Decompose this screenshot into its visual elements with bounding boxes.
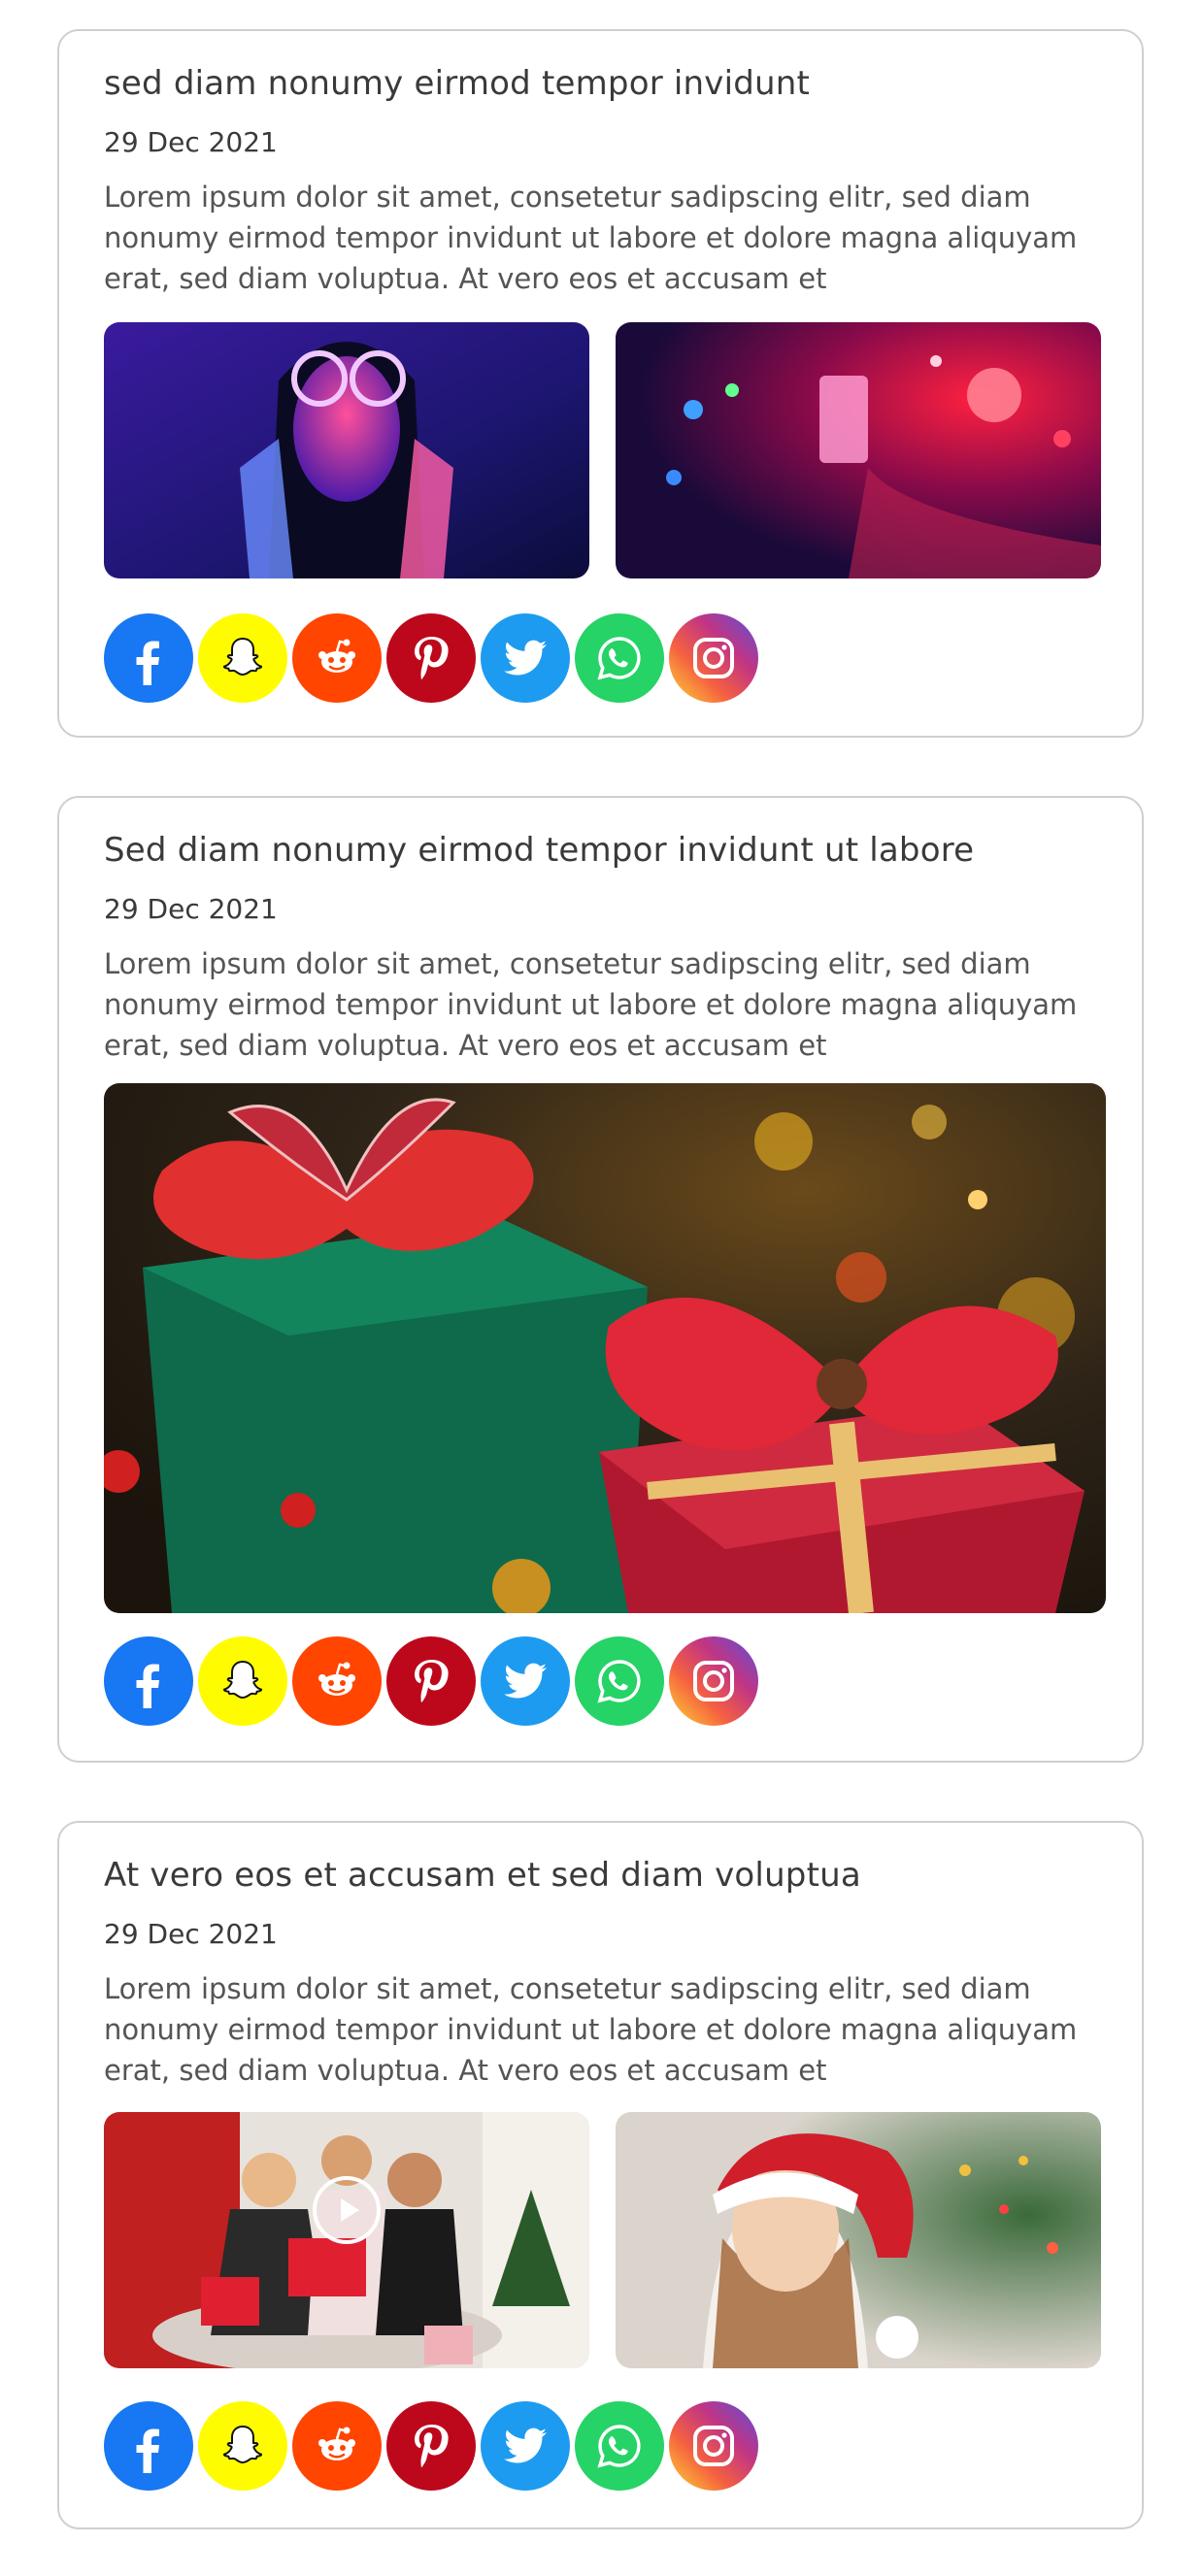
pinterest-icon[interactable] [386, 1636, 476, 1726]
facebook-icon[interactable] [104, 613, 193, 703]
post-image-party-drink[interactable] [616, 322, 1101, 578]
post-body: Lorem ipsum dolor sit amet, consetetur s… [104, 181, 1078, 295]
play-icon[interactable] [313, 2176, 381, 2244]
post-date: 29 Dec 2021 [104, 1918, 278, 1950]
post-title[interactable]: At vero eos et accusam et sed diam volup… [104, 1856, 861, 1895]
whatsapp-icon[interactable] [575, 613, 664, 703]
post-video-christmas-girls[interactable] [104, 2112, 589, 2368]
twitter-icon[interactable] [481, 613, 570, 703]
reddit-icon[interactable] [292, 613, 382, 703]
twitter-icon[interactable] [481, 2401, 570, 2491]
reddit-icon[interactable] [292, 1636, 382, 1726]
instagram-icon[interactable] [669, 613, 758, 703]
post-image-santa-girl[interactable] [616, 2112, 1101, 2368]
facebook-icon[interactable] [104, 2401, 193, 2491]
reddit-icon[interactable] [292, 2401, 382, 2491]
post-title[interactable]: sed diam nonumy eirmod tempor invidunt [104, 64, 810, 103]
pinterest-icon[interactable] [386, 2401, 476, 2491]
post-date: 29 Dec 2021 [104, 126, 278, 158]
facebook-icon[interactable] [104, 1636, 193, 1726]
snapchat-icon[interactable] [198, 1636, 287, 1726]
snapchat-icon[interactable] [198, 613, 287, 703]
post-title[interactable]: Sed diam nonumy eirmod tempor invidunt u… [104, 831, 974, 870]
instagram-icon[interactable] [669, 1636, 758, 1726]
instagram-icon[interactable] [669, 2401, 758, 2491]
post-date: 29 Dec 2021 [104, 893, 278, 925]
post-card: Sed diam nonumy eirmod tempor invidunt u… [57, 796, 1144, 1763]
twitter-icon[interactable] [481, 1636, 570, 1726]
post-image-neon-woman[interactable] [104, 322, 589, 578]
whatsapp-icon[interactable] [575, 1636, 664, 1726]
post-card: sed diam nonumy eirmod tempor invidunt 2… [57, 29, 1144, 738]
share-icons [104, 1636, 758, 1726]
pinterest-icon[interactable] [386, 613, 476, 703]
share-icons [104, 2401, 758, 2491]
snapchat-icon[interactable] [198, 2401, 287, 2491]
post-body: Lorem ipsum dolor sit amet, consetetur s… [104, 947, 1078, 1062]
post-body: Lorem ipsum dolor sit amet, consetetur s… [104, 1972, 1078, 2087]
whatsapp-icon[interactable] [575, 2401, 664, 2491]
share-icons [104, 613, 758, 703]
post-card: At vero eos et accusam et sed diam volup… [57, 1821, 1144, 2529]
post-image-christmas-gifts[interactable] [104, 1083, 1106, 1613]
